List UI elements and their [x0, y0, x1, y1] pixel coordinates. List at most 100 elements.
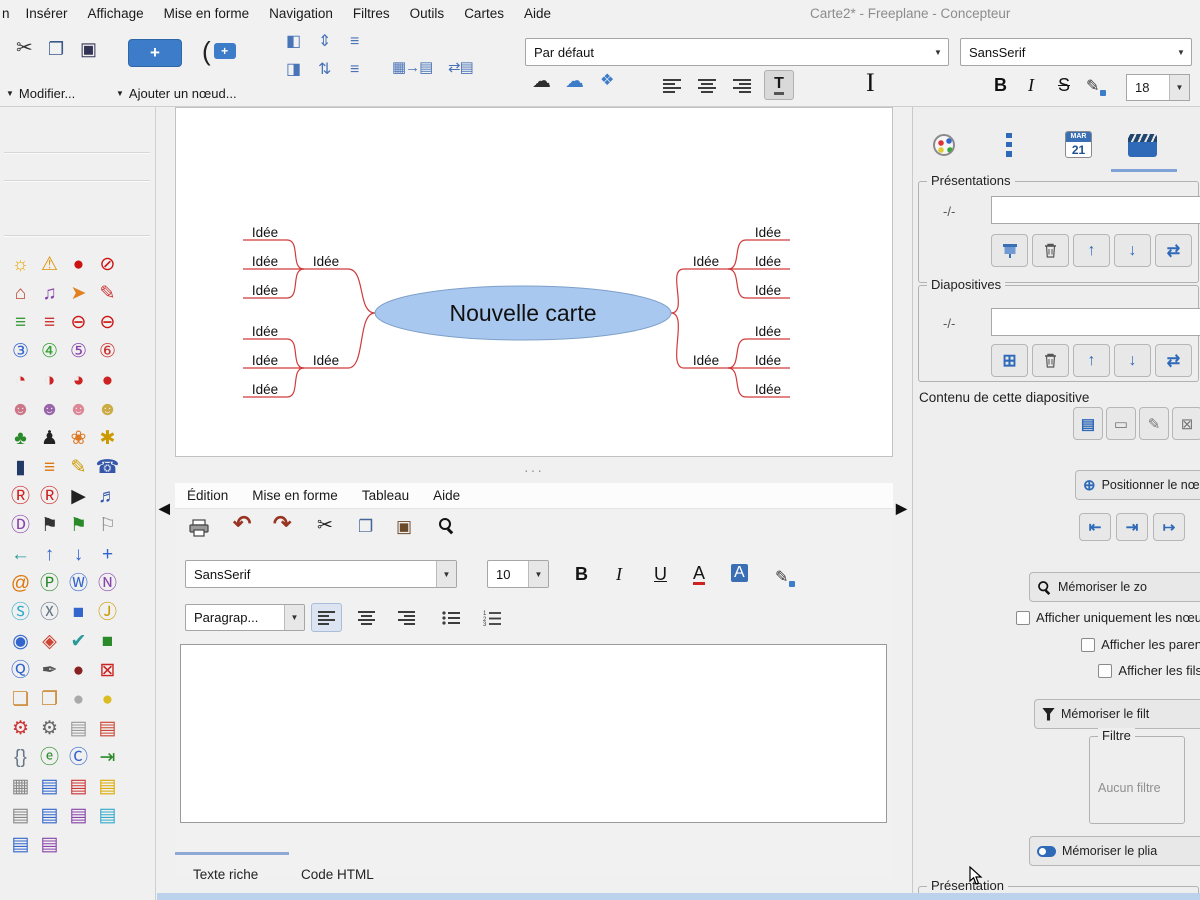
position-node-button[interactable]: ⊕ Positionner le nœud sé [1075, 470, 1200, 500]
move-slide-down-button[interactable]: ↓ [1114, 344, 1151, 377]
sidebar-icon[interactable]: ▤ [6, 801, 35, 830]
sidebar-icon[interactable]: ⚠ [35, 250, 64, 279]
mindmap-node-label[interactable]: Idée [755, 225, 781, 240]
note-bold-icon[interactable]: B [575, 565, 588, 583]
move-to-start-button[interactable]: ⇤ [1079, 513, 1111, 541]
sidebar-icon[interactable]: Ⓧ [35, 598, 64, 627]
slide-content-button-2[interactable]: ▭ [1106, 407, 1136, 440]
note-align-center-button[interactable] [351, 603, 382, 632]
map-canvas[interactable]: IdéeIdéeIdéeIdéeIdéeIdéeIdéeIdéeIdéeIdée… [175, 107, 893, 457]
note-menu-mise-en-forme[interactable]: Mise en forme [240, 488, 350, 503]
move-presentation-down-button[interactable]: ↓ [1114, 234, 1151, 267]
mindmap-node-label[interactable]: Idée [693, 254, 719, 269]
note-menu-tableau[interactable]: Tableau [350, 488, 421, 503]
edge-font-icon[interactable]: I [866, 70, 875, 96]
move-presentation-up-button[interactable]: ↑ [1073, 234, 1110, 267]
remember-filter-button[interactable]: Mémoriser le filt [1034, 699, 1200, 729]
sidebar-icon[interactable]: ✎ [64, 453, 93, 482]
presentations-name-field[interactable] [991, 196, 1200, 224]
menu-item-mise-en-forme[interactable]: Mise en forme [154, 0, 260, 26]
sidebar-icon[interactable]: ← [6, 540, 35, 569]
sidebar-icon[interactable]: ▤ [93, 714, 122, 743]
mindmap-node-label[interactable]: Idée [755, 283, 781, 298]
sidebar-icon[interactable]: ◑ [35, 366, 64, 395]
slide-content-button-1[interactable]: ▤ [1073, 407, 1103, 440]
sidebar-icon[interactable]: ⚙ [35, 714, 64, 743]
note-font-combobox[interactable]: SansSerif ▼ [185, 560, 457, 588]
layout-icon-5[interactable]: ⇅ [318, 62, 331, 78]
sidebar-icon[interactable]: ⌂ [6, 279, 35, 308]
sidebar-icon[interactable]: ● [64, 656, 93, 685]
cloud-icon[interactable]: ☁ [532, 72, 551, 91]
remember-folding-button[interactable]: Mémoriser le plia [1029, 836, 1200, 866]
delete-presentation-button[interactable] [1032, 234, 1069, 267]
sidebar-icon[interactable]: ❀ [64, 424, 93, 453]
sidebar-icon[interactable]: ✎ [93, 279, 122, 308]
new-sibling-node-button[interactable]: ( + [202, 38, 236, 64]
checkbox-show-only-nodes[interactable]: Afficher uniquement les nœu [1016, 610, 1200, 625]
mindmap-node-label[interactable]: Idée [313, 254, 339, 269]
sidebar-icon[interactable]: ● [64, 685, 93, 714]
sidebar-icon[interactable]: ❐ [35, 685, 64, 714]
splitter-handle[interactable]: ··· [175, 457, 893, 483]
new-child-node-button[interactable]: + [128, 39, 182, 67]
sidebar-icon[interactable]: ▤ [64, 714, 93, 743]
sidebar-icon[interactable]: Ⓝ [93, 569, 122, 598]
sidebar-icon[interactable]: ☻ [93, 395, 122, 424]
sidebar-icon[interactable]: ≡ [35, 308, 64, 337]
menu-item-cartes[interactable]: Cartes [454, 0, 514, 26]
cloud-blue-icon[interactable]: ☁ [565, 72, 584, 91]
note-paste-icon[interactable]: ▣ [396, 518, 412, 535]
sidebar-icon[interactable]: Ⓠ [6, 656, 35, 685]
sidebar-icon[interactable]: ⚙ [6, 714, 35, 743]
sidebar-icon[interactable]: ⊘ [93, 250, 122, 279]
sidebar-icon[interactable]: Ⓡ [35, 482, 64, 511]
sidebar-icon[interactable]: ↓ [64, 540, 93, 569]
search-icon[interactable] [439, 518, 454, 533]
slide-content-button-3[interactable]: ✎ [1139, 407, 1169, 440]
sidebar-icon[interactable]: ④ [35, 337, 64, 366]
sidebar-icon[interactable]: ➤ [64, 279, 93, 308]
sidebar-icon[interactable]: ✱ [93, 424, 122, 453]
mindmap-node-label[interactable]: Idée [252, 254, 278, 269]
menu-item-aide[interactable]: Aide [514, 0, 561, 26]
sidebar-icon[interactable]: ⚑ [64, 511, 93, 540]
note-cut-icon[interactable]: ✂ [317, 516, 333, 535]
menu-item-filtres[interactable]: Filtres [343, 0, 400, 26]
sidebar-icon[interactable]: ☻ [35, 395, 64, 424]
move-to-end-button[interactable]: ↦ [1153, 513, 1185, 541]
new-slide-button[interactable]: ⊞ [991, 344, 1028, 377]
sidebar-icon[interactable]: ≡ [6, 308, 35, 337]
diagram-layout-icon-2[interactable]: ⇄▤ [448, 60, 473, 75]
sidebar-icon[interactable]: ▮ [6, 453, 35, 482]
diagram-layout-icon-1[interactable]: ▦→▤ [392, 60, 432, 75]
move-to-middle-button[interactable]: ⇥ [1116, 513, 1148, 541]
menu-item-navigation[interactable]: Navigation [259, 0, 343, 26]
swap-presentation-button[interactable]: ⇄ [1155, 234, 1192, 267]
sidebar-icon[interactable]: ≡ [35, 453, 64, 482]
mindmap-node-label[interactable]: Idée [693, 353, 719, 368]
sidebar-icon[interactable]: ◕ [64, 366, 93, 395]
sidebar-icon[interactable]: Ⓡ [6, 482, 35, 511]
mindmap-node-label[interactable]: Idée [252, 283, 278, 298]
remember-zoom-button[interactable]: Mémoriser le zo [1029, 572, 1200, 602]
sidebar-icon[interactable]: ☼ [6, 250, 35, 279]
sidebar-icon[interactable]: @ [6, 569, 35, 598]
root-node-label[interactable]: Nouvelle carte [449, 300, 596, 326]
paragraph-style-combobox[interactable]: Paragrap... ▼ [185, 604, 305, 631]
sidebar-icon[interactable]: ◈ [35, 627, 64, 656]
delete-slide-button[interactable] [1032, 344, 1069, 377]
layout-icon-4[interactable]: ◨ [286, 62, 301, 78]
note-font-size-combobox[interactable]: 10 ▼ [487, 560, 549, 588]
mindmap-node-label[interactable]: Idée [252, 382, 278, 397]
sidebar-icon[interactable]: Ⓟ [35, 569, 64, 598]
sidebar-icon[interactable]: ▤ [64, 772, 93, 801]
sidebar-icon[interactable]: ▤ [35, 830, 64, 859]
sidebar-icon[interactable]: ☻ [64, 395, 93, 424]
sidebar-icon[interactable]: + [93, 540, 122, 569]
font-color-icon[interactable]: A [693, 564, 705, 585]
format-color-icon[interactable]: ✎ [1086, 76, 1106, 96]
sidebar-icon[interactable]: ▤ [64, 801, 93, 830]
slide-content-button-4[interactable]: ⊠ [1172, 407, 1200, 440]
modify-dropdown-button[interactable]: ▼ Modifier... [6, 86, 75, 101]
